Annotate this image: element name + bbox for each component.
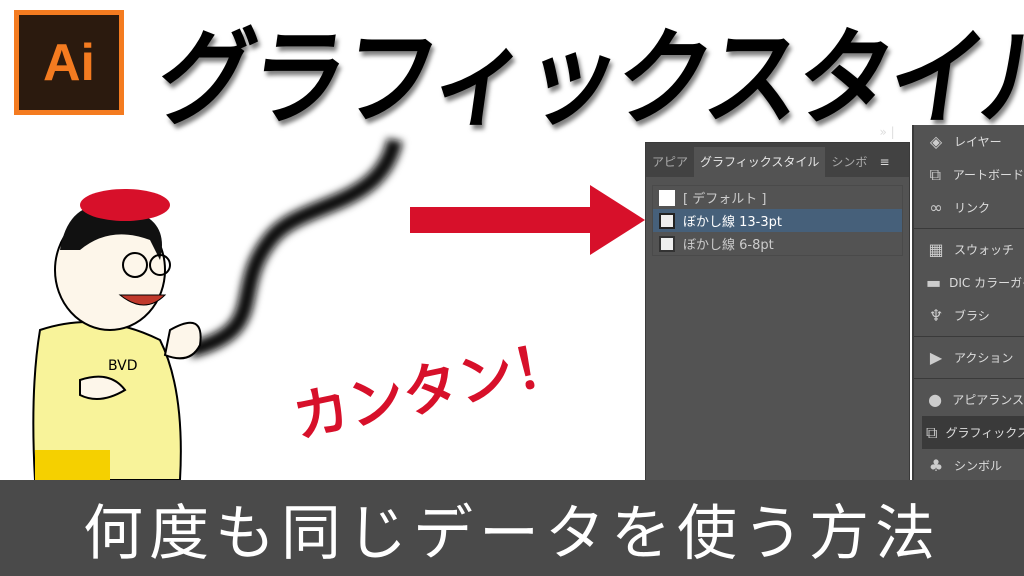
subtitle-banner: 何度も同じデータを使う方法	[0, 480, 1024, 576]
red-arrow	[410, 185, 645, 255]
appearance-icon: ●	[928, 390, 943, 409]
style-swatch	[659, 212, 675, 229]
blurred-stroke	[187, 137, 403, 358]
style-item-blur-6-8[interactable]: ぼかし線 6-8pt	[653, 232, 902, 255]
graphic-styles-panel: アピア グラフィックスタイル シンボ » | ≡ [ デフォルト ] ぼかし線 …	[645, 125, 910, 482]
layers-icon: ◈	[929, 132, 943, 151]
style-swatch	[659, 235, 675, 252]
dock-artboards[interactable]: ⧉ アートボード	[914, 158, 1024, 191]
dock-symbols[interactable]: ♣ シンボル	[914, 449, 1024, 482]
club-icon: ♣	[928, 456, 944, 475]
brush-icon: ♆	[928, 306, 944, 325]
more-tabs-icon[interactable]: » | ≡	[873, 117, 909, 177]
dock-graphic-styles[interactable]: ⧉グラフィックスタイル	[922, 416, 1024, 449]
play-icon: ▶	[929, 348, 943, 367]
logo-text: Ai	[19, 15, 119, 110]
style-swatch	[659, 189, 675, 206]
artboard-icon: ⧉	[929, 164, 942, 184]
dock-links[interactable]: ∞ リンク	[914, 191, 1024, 224]
dock-brushes[interactable]: ♆ ブラシ	[914, 299, 1024, 332]
subtitle-text: 何度も同じデータを使う方法	[83, 498, 941, 569]
dock-appearance[interactable]: ● アピアランス	[914, 383, 1024, 416]
link-icon: ∞	[929, 198, 943, 217]
dock-swatches[interactable]: ▦ スウォッチ	[914, 233, 1024, 266]
style-item-blur-13-3[interactable]: ぼかし線 13-3pt	[653, 209, 902, 232]
panel-dock: ◈レイヤー ⧉アートボード ∞リンク ▦スウォッチ ▬DIC カラーガイド ♆ブ…	[912, 125, 1024, 480]
illustrator-logo: Ai	[14, 10, 124, 115]
dock-dic-color-guide[interactable]: ▬DIC カラーガイド	[914, 266, 1024, 299]
tab-appearance[interactable]: アピア	[646, 147, 694, 177]
tab-symbols[interactable]: シンボ	[825, 147, 873, 177]
color-guide-icon: ▬	[926, 273, 942, 292]
dock-actions[interactable]: ▶ アクション	[914, 341, 1024, 374]
swatches-icon: ▦	[928, 240, 944, 259]
tab-graphic-styles[interactable]: グラフィックスタイル	[694, 147, 826, 177]
graphic-styles-icon: ⧉	[926, 422, 938, 442]
styles-list: [ デフォルト ] ぼかし線 13-3pt ぼかし線 6-8pt	[652, 185, 903, 256]
panel-menu-icon[interactable]: ≡	[879, 155, 889, 169]
dock-layers[interactable]: ◈ レイヤー	[914, 125, 1024, 158]
shirt-text: BVD	[108, 358, 138, 374]
panel-tabs: アピア グラフィックスタイル シンボ » | ≡	[646, 125, 909, 177]
style-item-default[interactable]: [ デフォルト ]	[653, 186, 902, 209]
